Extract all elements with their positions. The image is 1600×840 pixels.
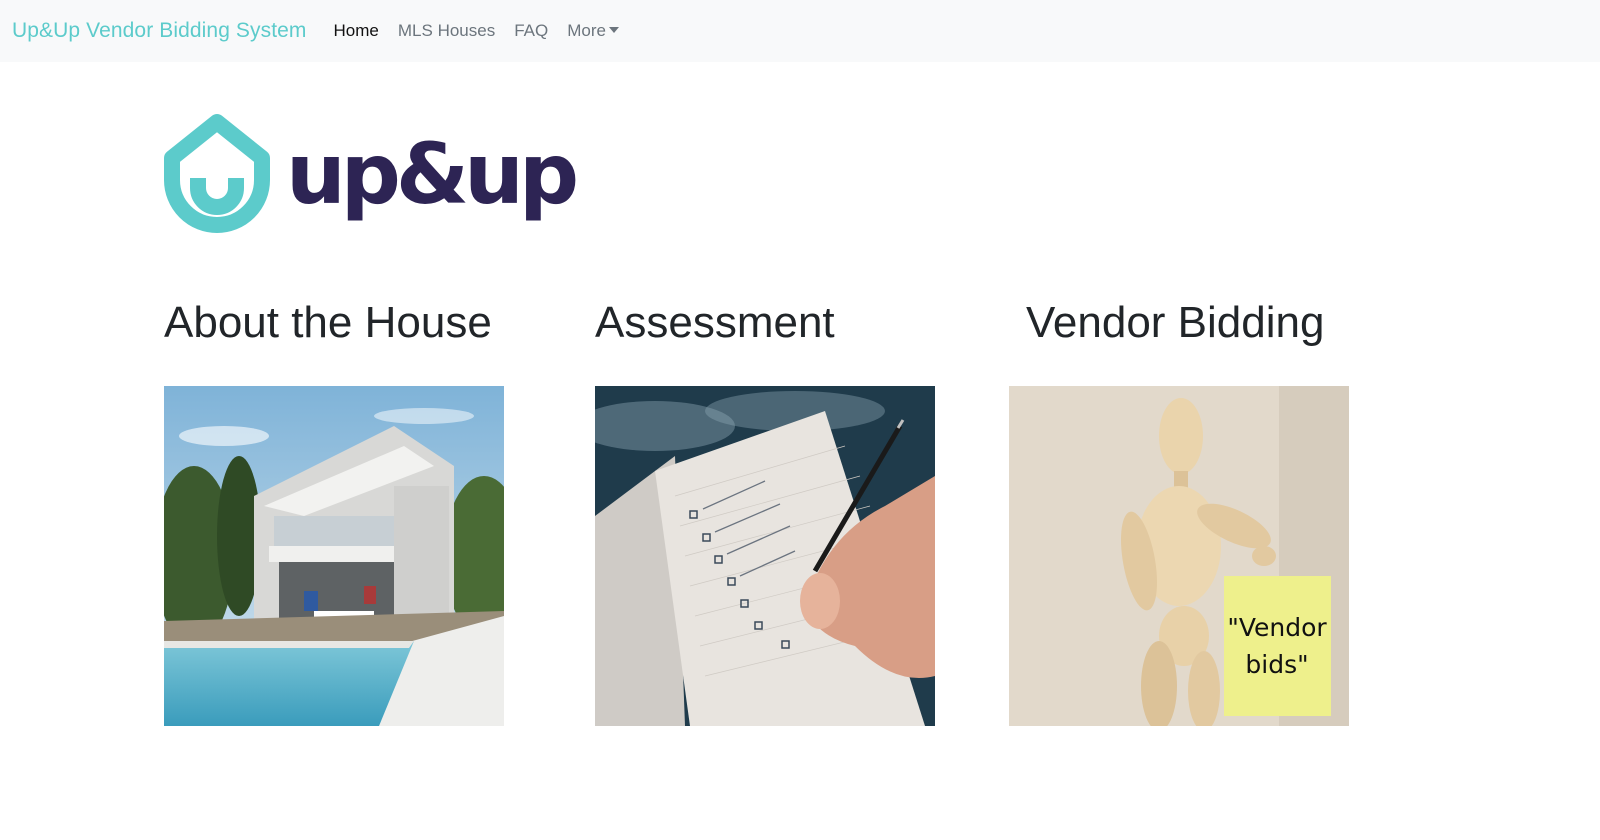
house-shield-icon	[164, 114, 270, 233]
section-title-about-house: About the House	[164, 298, 492, 347]
checklist-notebook-image[interactable]	[595, 386, 935, 726]
nav-faq[interactable]: FAQ	[514, 21, 548, 41]
section-title-vendor-bidding: Vendor Bidding	[1026, 298, 1325, 347]
section-title-assessment: Assessment	[595, 298, 835, 347]
nav-more-dropdown[interactable]: More	[567, 21, 619, 41]
upandup-logo: up&up	[162, 114, 579, 242]
note-text-line2: bids"	[1245, 650, 1308, 679]
nav-mls-houses[interactable]: MLS Houses	[398, 21, 495, 41]
logo-wordmark: up&up	[286, 125, 579, 223]
caret-down-icon	[608, 27, 619, 33]
top-navbar: Up&Up Vendor Bidding System Home MLS Hou…	[0, 0, 1600, 62]
note-text-line1: "Vendor	[1227, 613, 1327, 642]
nav-more-label: More	[567, 21, 606, 40]
nav-home[interactable]: Home	[334, 21, 379, 41]
modern-house-pool-image[interactable]	[164, 386, 504, 726]
brand-link[interactable]: Up&Up Vendor Bidding System	[12, 19, 307, 43]
wooden-mannequin-note-image[interactable]: "Vendor bids"	[1009, 386, 1349, 726]
